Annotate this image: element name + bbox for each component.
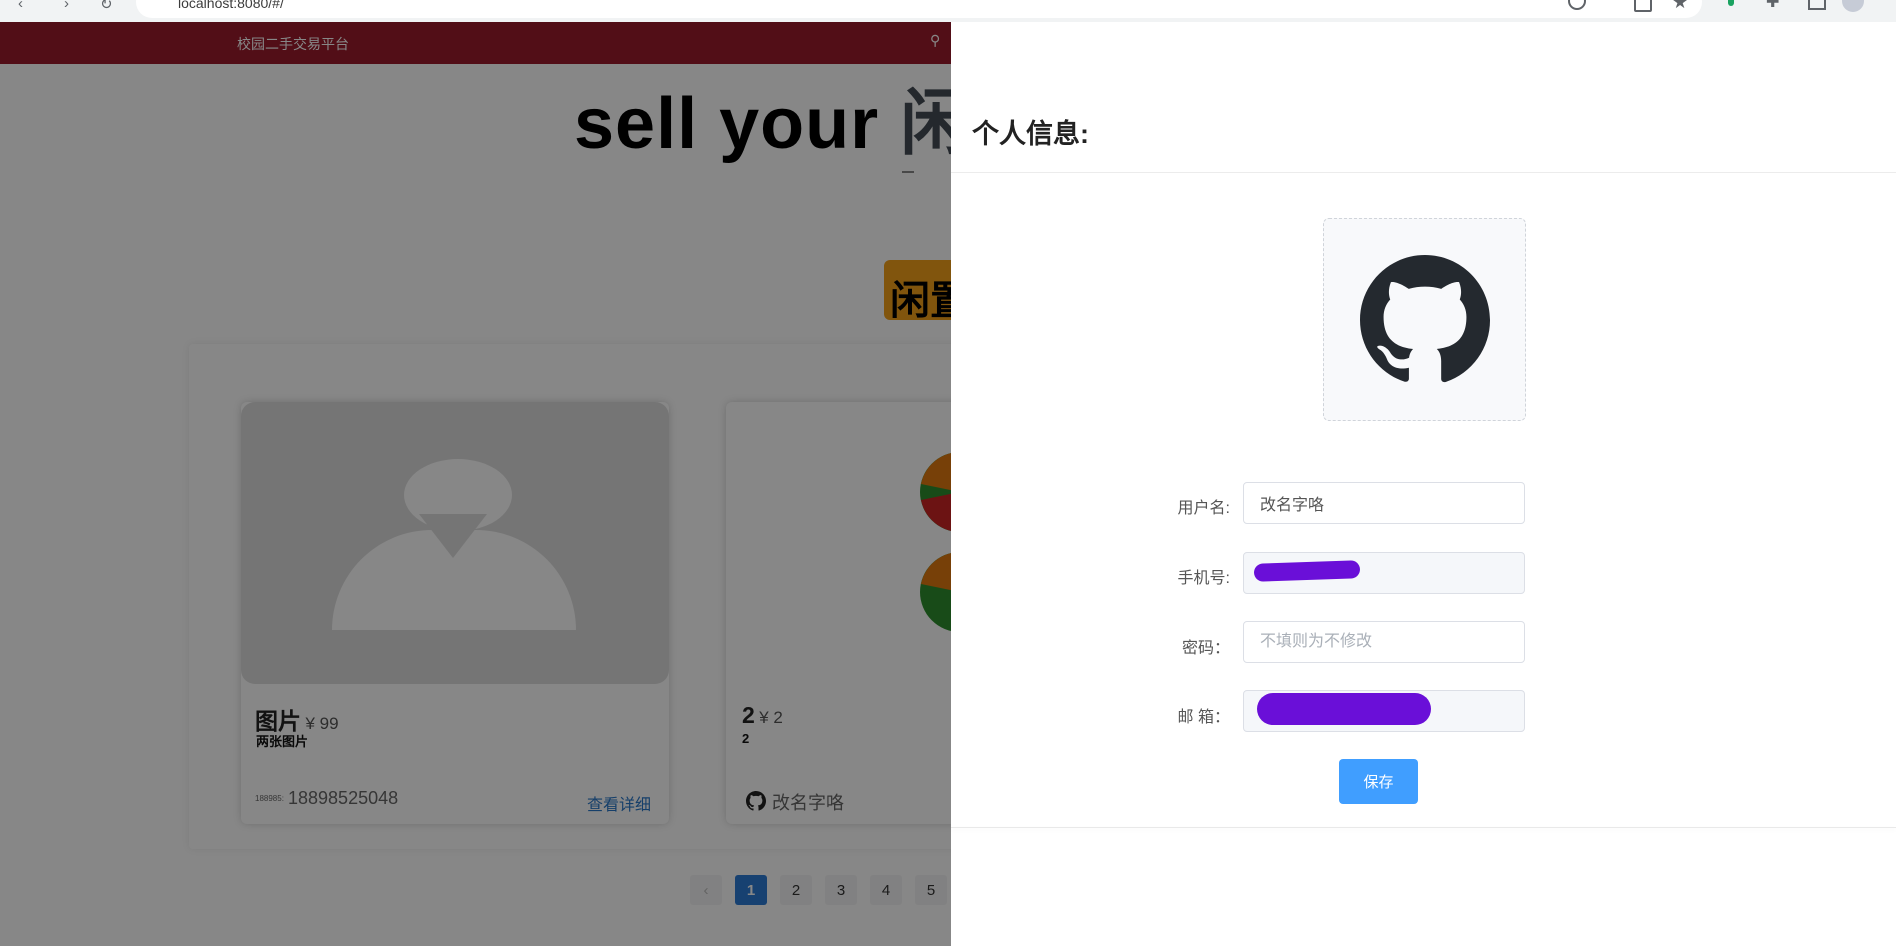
address-bar[interactable] — [136, 0, 1702, 18]
reload-icon[interactable]: ↻ — [100, 0, 113, 13]
bookmark-star-icon[interactable]: ★ — [1672, 0, 1688, 13]
back-icon[interactable]: ‹ — [18, 0, 23, 12]
drawer-header-divider — [951, 172, 1896, 173]
extensions-puzzle-icon[interactable]: ✚ — [1766, 0, 1779, 12]
password-label: 密码： — [1181, 640, 1230, 657]
drawer-overlay[interactable] — [0, 22, 952, 946]
avatar-uploader[interactable] — [1323, 218, 1526, 421]
forward-icon[interactable]: › — [64, 0, 69, 12]
share-icon[interactable] — [1634, 0, 1652, 12]
username-input[interactable] — [1243, 482, 1525, 524]
phone-label: 手机号: — [1177, 570, 1230, 587]
drawer-title: 个人信息: — [972, 119, 1089, 149]
redaction-scribble — [1257, 693, 1431, 725]
github-icon-graphic — [1360, 255, 1491, 383]
drawer-content-divider — [951, 827, 1896, 828]
profile-avatar-icon[interactable] — [1842, 0, 1864, 12]
save-button[interactable]: 保存 — [1339, 759, 1418, 804]
url-text[interactable]: localhost:8080/#/ — [178, 0, 284, 11]
window-icon[interactable] — [1808, 0, 1826, 10]
email-label: 邮 箱： — [1177, 709, 1230, 726]
redaction-scribble — [1253, 560, 1361, 582]
username-label: 用户名: — [1177, 500, 1230, 517]
extension-vue-icon[interactable] — [1728, 0, 1734, 6]
browser-toolbar: ‹ › ↻ localhost:8080/#/ ★ ✚ — [0, 0, 1896, 22]
github-icon — [1360, 255, 1491, 390]
password-input[interactable] — [1243, 621, 1525, 663]
